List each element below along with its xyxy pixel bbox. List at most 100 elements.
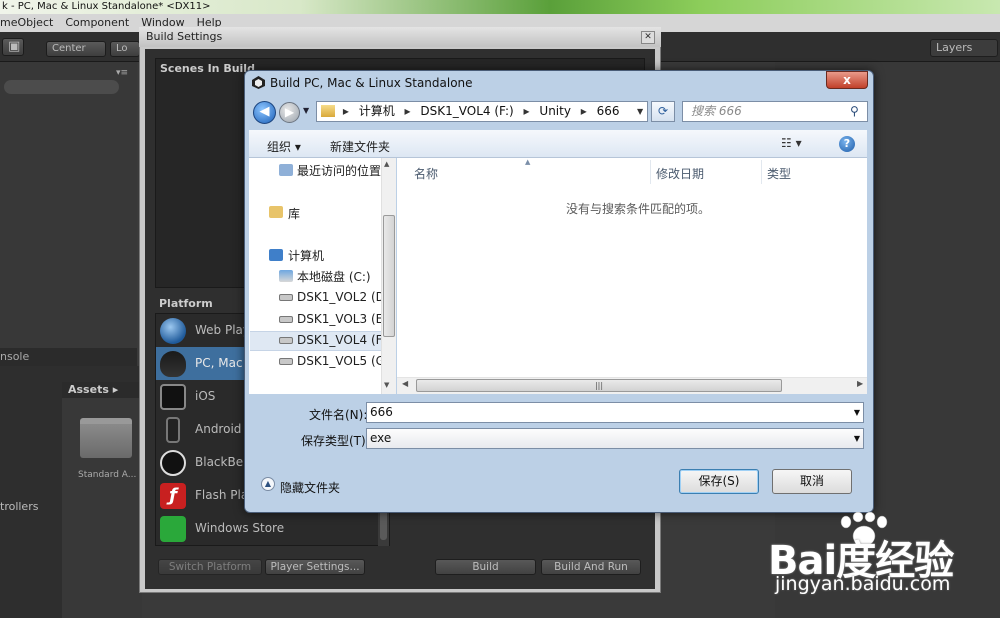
- controllers-item[interactable]: trollers: [0, 500, 38, 513]
- blackberry-icon: [160, 450, 186, 476]
- breadcrumb-computer[interactable]: 计算机: [359, 104, 395, 118]
- breadcrumb-drive[interactable]: DSK1_VOL4 (F:): [420, 104, 513, 118]
- library-icon: [269, 206, 283, 218]
- column-modified[interactable]: 修改日期: [656, 165, 704, 182]
- menu-component[interactable]: Component: [65, 14, 129, 32]
- build-settings-close-icon[interactable]: ✕: [641, 31, 655, 44]
- file-list[interactable]: [397, 158, 867, 394]
- folder-icon[interactable]: [80, 418, 132, 458]
- breadcrumb-unity[interactable]: Unity: [539, 104, 571, 118]
- hide-folders-toggle[interactable]: 隐藏文件夹: [280, 479, 340, 496]
- nav-item-vol5[interactable]: DSK1_VOL5 (G:): [297, 354, 394, 368]
- column-name[interactable]: 名称: [414, 165, 438, 182]
- platform-label: Platform: [159, 297, 213, 310]
- platform-item-windows-store[interactable]: Windows Store: [156, 512, 378, 545]
- search-placeholder: 搜索 666: [691, 104, 742, 118]
- filetype-value: exe: [370, 431, 392, 445]
- nav-item-vol4[interactable]: DSK1_VOL4 (F:): [297, 333, 390, 347]
- hierarchy-search-input[interactable]: [4, 80, 119, 94]
- unity-window-title: k - PC, Mac & Linux Standalone* <DX11>: [2, 1, 211, 12]
- build-settings-title: Build Settings: [146, 30, 223, 43]
- unity-title-bar: k - PC, Mac & Linux Standalone* <DX11>: [0, 0, 1000, 14]
- close-icon[interactable]: x: [826, 71, 868, 89]
- center-label: Center: [52, 43, 86, 54]
- android-phone-icon: [166, 417, 180, 443]
- address-bar[interactable]: ▸ 计算机 ▸ DSK1_VOL4 (F:) ▸ Unity ▸ 666: [316, 101, 648, 122]
- nav-item-local-disk-c[interactable]: 本地磁盘 (C:): [297, 268, 371, 285]
- build-settings-title-bar: Build Settings: [139, 27, 661, 47]
- console-label: nsole: [0, 350, 30, 363]
- player-settings-button[interactable]: Player Settings...: [265, 559, 365, 575]
- menu-gameobject[interactable]: meObject: [0, 14, 53, 32]
- folder-icon: [321, 105, 335, 117]
- save-dialog-title: Build PC, Mac & Linux Standalone: [270, 76, 473, 90]
- scroll-left-icon[interactable]: ◀: [402, 379, 408, 388]
- filetype-select[interactable]: exe ▼: [366, 428, 864, 449]
- filename-input[interactable]: 666 ▼: [366, 402, 864, 423]
- local-label: Lo: [116, 43, 128, 54]
- rect-tool-icon[interactable]: ▣: [2, 38, 24, 56]
- filename-dropdown-icon[interactable]: ▼: [854, 403, 860, 422]
- scroll-right-icon[interactable]: ▶: [857, 379, 863, 388]
- nav-item-vol3[interactable]: DSK1_VOL3 (E:): [297, 312, 392, 326]
- search-icon[interactable]: ⚲: [850, 104, 859, 118]
- recent-pages-dropdown-icon[interactable]: ▼: [303, 106, 309, 115]
- scroll-down-icon[interactable]: ▼: [384, 381, 389, 389]
- unity-logo-icon: [252, 76, 265, 89]
- globe-icon: [160, 318, 186, 344]
- scenes-in-build-label: Scenes In Build: [160, 62, 255, 75]
- filetype-label: 保存类型(T):: [301, 434, 370, 448]
- local-toggle[interactable]: Lo: [110, 41, 140, 57]
- nav-item-recent[interactable]: 最近访问的位置: [297, 162, 381, 179]
- scroll-up-icon[interactable]: ▲: [384, 160, 389, 168]
- view-options-icon[interactable]: ☷ ▾: [781, 136, 802, 150]
- drive-icon: [279, 337, 293, 344]
- switch-platform-button[interactable]: Switch Platform: [158, 559, 262, 575]
- panel-menu-icon[interactable]: ▾≡: [116, 68, 128, 78]
- baidu-url: jingyan.baidu.com: [775, 573, 951, 595]
- column-divider[interactable]: [650, 160, 651, 184]
- filename-label: 文件名(N):: [309, 408, 368, 422]
- filename-value: 666: [370, 405, 393, 419]
- new-folder-button[interactable]: 新建文件夹: [330, 138, 390, 155]
- help-icon[interactable]: ?: [839, 136, 855, 152]
- refresh-icon[interactable]: ⟳: [651, 101, 675, 122]
- sort-indicator-icon: ▲: [525, 158, 531, 166]
- column-type[interactable]: 类型: [767, 165, 791, 182]
- layers-dropdown[interactable]: Layers: [930, 39, 998, 57]
- assets-breadcrumb[interactable]: Assets ▸: [62, 382, 142, 398]
- filetype-dropdown-icon[interactable]: ▼: [854, 429, 860, 448]
- recent-places-icon: [279, 164, 293, 176]
- hierarchy-panel: [0, 62, 137, 348]
- address-dropdown-icon[interactable]: ▼: [637, 107, 643, 116]
- file-list-hscroll-thumb[interactable]: |||: [416, 379, 782, 392]
- layers-label: Layers: [936, 41, 973, 54]
- breadcrumb-separator-icon: ▸: [523, 104, 530, 118]
- cancel-button[interactable]: 取消: [772, 469, 852, 494]
- save-button[interactable]: 保存(S): [679, 469, 759, 494]
- windows-store-icon: [160, 516, 186, 542]
- nav-item-library[interactable]: 库: [288, 205, 300, 222]
- column-divider[interactable]: [761, 160, 762, 184]
- console-tab[interactable]: nsole: [0, 348, 137, 366]
- drive-icon: [279, 316, 293, 323]
- build-button[interactable]: Build: [435, 559, 536, 575]
- breadcrumb-separator-icon: ▸: [342, 104, 349, 118]
- platform-label-android: Android: [195, 422, 242, 436]
- breadcrumb-separator-icon: ▸: [580, 104, 587, 118]
- back-arrow-icon[interactable]: ◀: [253, 101, 276, 124]
- forward-arrow-icon[interactable]: ▶: [279, 102, 300, 123]
- drive-icon: [279, 294, 293, 301]
- breadcrumb-666[interactable]: 666: [597, 104, 620, 118]
- nav-item-computer[interactable]: 计算机: [288, 247, 324, 264]
- collapse-up-icon[interactable]: ▲: [261, 477, 275, 491]
- drive-icon: [279, 358, 293, 365]
- nav-item-vol2[interactable]: DSK1_VOL2 (D:): [297, 290, 394, 304]
- search-input[interactable]: 搜索 666: [682, 101, 868, 122]
- center-toggle[interactable]: Center: [46, 41, 106, 57]
- local-disk-icon: [279, 270, 293, 282]
- nav-scrollbar-thumb[interactable]: [383, 215, 395, 337]
- build-and-run-button[interactable]: Build And Run: [541, 559, 641, 575]
- organize-menu[interactable]: 组织 ▾: [267, 138, 301, 155]
- assets-header-label: Assets: [68, 383, 109, 396]
